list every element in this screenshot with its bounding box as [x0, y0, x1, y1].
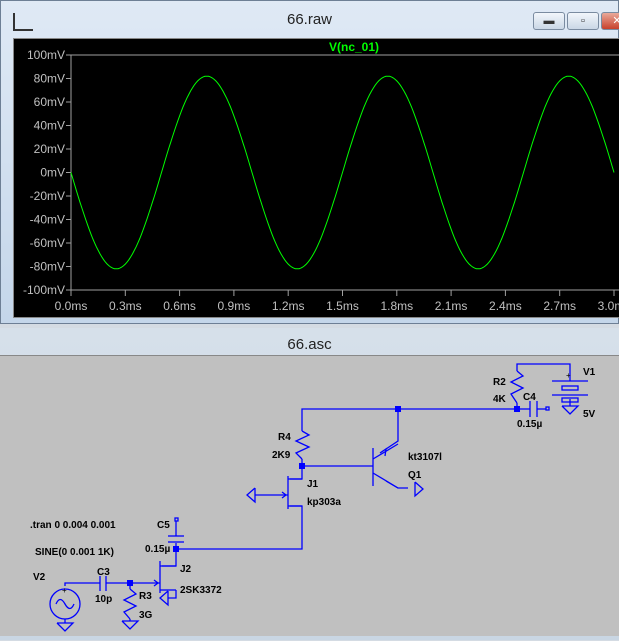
c3-value: 10p	[95, 594, 112, 605]
y-tick-label: 40mV	[34, 119, 65, 133]
v1-value: 5V	[583, 409, 596, 420]
ground-icons	[56, 405, 580, 632]
y-tick-label: 0mV	[40, 166, 65, 180]
x-tick-label: 0.9ms	[218, 299, 251, 313]
r4-label: R4	[278, 432, 291, 443]
v2-value: SINE(0 0.001 1K)	[35, 547, 114, 558]
tran-directive: .tran 0 0.004 0.001	[30, 520, 116, 531]
resistor-r3[interactable]	[122, 588, 138, 620]
c4-label: C4	[523, 392, 536, 403]
c4-value: 0.15µ	[517, 419, 542, 430]
x-tick-label: 1.5ms	[326, 299, 359, 313]
y-tick-label: -20mV	[30, 189, 65, 203]
x-tick-label: 2.1ms	[435, 299, 468, 313]
svg-text:+: +	[62, 586, 67, 595]
x-tick-label: 0.0ms	[55, 299, 88, 313]
y-tick-label: 80mV	[34, 72, 65, 86]
series-line-V-nc-01-	[70, 75, 615, 270]
plot-titlebar[interactable]: 66.raw ▬ ▫ ✕	[1, 1, 619, 37]
j2-label: J2	[180, 564, 192, 575]
c5-value: 0.15µ	[145, 544, 170, 555]
q1-model: kt3107l	[408, 452, 442, 463]
svg-text:+: +	[566, 371, 571, 380]
waveform-plot[interactable]: V(nc_01) 100mV 80mV 60mV 40mV 20mV 0mV -20mV -4…	[13, 38, 619, 318]
jfet-j1[interactable]	[255, 476, 302, 509]
schematic-window-title: 66.asc	[287, 336, 332, 353]
r2-label: R2	[493, 377, 506, 388]
c3-label: C3	[97, 567, 110, 578]
transistor-q1[interactable]	[372, 443, 399, 489]
resistor-r2[interactable]	[509, 370, 525, 404]
y-tick-label: -80mV	[30, 260, 65, 274]
minimize-button[interactable]: ▬	[533, 12, 565, 30]
plot-window: 66.raw ▬ ▫ ✕ V(nc_01) 100mV 80mV 60mV 40mV 2…	[0, 0, 619, 324]
plot-window-title: 66.raw	[286, 11, 333, 28]
x-tick-label: 1.8ms	[380, 299, 413, 313]
x-tick-label: 2.7ms	[543, 299, 576, 313]
jfet-j2[interactable]	[153, 561, 177, 599]
x-tick-label: 1.2ms	[272, 299, 305, 313]
r2-value: 4K	[493, 394, 507, 405]
j1-label: J1	[307, 479, 319, 490]
v1-label: V1	[583, 367, 596, 378]
chart-svg: V(nc_01) 100mV 80mV 60mV 40mV 20mV 0mV -20mV -4…	[23, 40, 619, 313]
y-tick-label: -100mV	[23, 283, 65, 297]
resistor-r4[interactable]	[294, 430, 311, 460]
y-tick-label: -60mV	[30, 236, 65, 250]
schematic-canvas[interactable]: + + R2 4K C4 0.15µ V1 5V R4 2K9 kt3107l …	[0, 355, 619, 636]
restore-button[interactable]: ▫	[567, 12, 599, 30]
j2-model: 2SK3372	[180, 585, 222, 596]
y-tick-label: -40mV	[30, 213, 65, 227]
capacitor-c5[interactable]	[168, 517, 184, 543]
r3-value: 3G	[139, 610, 153, 621]
junction-dots	[127, 406, 520, 586]
r3-label: R3	[139, 591, 152, 602]
plot-frame	[70, 54, 619, 291]
x-tick-label: 2.4ms	[489, 299, 522, 313]
trace-label[interactable]: V(nc_01)	[329, 40, 379, 54]
j1-model: kp303a	[307, 497, 341, 508]
schematic-svg: + + R2 4K C4 0.15µ V1 5V R4 2K9 kt3107l …	[30, 363, 596, 632]
x-tick-label: 3.0ms	[598, 299, 619, 313]
capacitor-c3[interactable]	[99, 576, 107, 591]
c5-label: C5	[157, 520, 170, 531]
y-tick-label: 60mV	[34, 95, 65, 109]
y-tick-label: 100mV	[27, 48, 65, 62]
r4-value: 2K9	[272, 450, 291, 461]
x-tick-label: 0.6ms	[163, 299, 196, 313]
x-tick-label: 0.3ms	[109, 299, 142, 313]
v2-label: V2	[33, 572, 46, 583]
y-tick-label: 20mV	[34, 142, 65, 156]
q1-label: Q1	[408, 470, 422, 481]
voltage-source-v2[interactable]: +	[49, 586, 81, 623]
close-button[interactable]: ✕	[601, 12, 619, 30]
